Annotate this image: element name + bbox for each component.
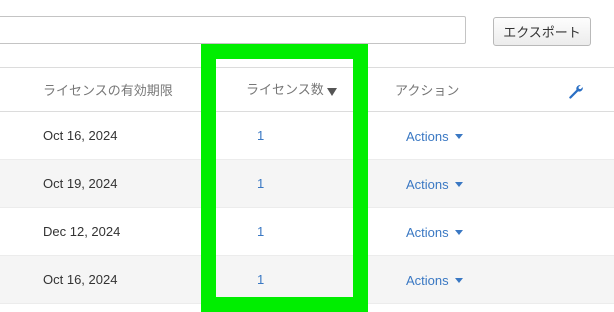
export-button[interactable]: エクスポート bbox=[493, 17, 591, 46]
expiry-date: Oct 16, 2024 bbox=[43, 128, 118, 143]
license-count-link[interactable]: 1 bbox=[257, 160, 264, 208]
table-header: ライセンスの有効期限 ライセンス数 アクション bbox=[0, 68, 614, 112]
license-count-link[interactable]: 1 bbox=[257, 112, 264, 160]
table-body: Oct 16, 2024 1 Actions Oct 19, 2024 1 Ac… bbox=[0, 112, 614, 304]
column-header-license-count-label: ライセンス数 bbox=[246, 82, 324, 98]
license-table-view: エクスポート ライセンスの有効期限 ライセンス数 アクション Oct 16, 2… bbox=[0, 0, 614, 312]
column-header-action: アクション bbox=[395, 84, 460, 99]
table-row: Dec 12, 2024 1 Actions bbox=[0, 208, 614, 256]
column-header-license-count[interactable]: ライセンス数 bbox=[246, 68, 337, 112]
caret-down-icon bbox=[454, 278, 463, 283]
wrench-icon[interactable] bbox=[567, 83, 583, 99]
actions-label: Actions bbox=[406, 176, 449, 192]
sort-desc-icon[interactable] bbox=[326, 87, 337, 96]
caret-down-icon bbox=[454, 134, 463, 139]
actions-label: Actions bbox=[406, 128, 449, 144]
expiry-date: Dec 12, 2024 bbox=[43, 224, 121, 239]
actions-dropdown[interactable]: Actions bbox=[406, 112, 463, 160]
expiry-date: Oct 19, 2024 bbox=[43, 176, 118, 191]
table-row: Oct 16, 2024 1 Actions bbox=[0, 112, 614, 160]
search-input[interactable] bbox=[0, 16, 466, 44]
actions-dropdown[interactable]: Actions bbox=[406, 160, 463, 208]
expiry-date: Oct 16, 2024 bbox=[43, 272, 118, 287]
caret-down-icon bbox=[454, 230, 463, 235]
table-row: Oct 19, 2024 1 Actions bbox=[0, 160, 614, 208]
table-row: Oct 16, 2024 1 Actions bbox=[0, 256, 614, 304]
actions-dropdown[interactable]: Actions bbox=[406, 208, 463, 256]
caret-down-icon bbox=[454, 182, 463, 187]
license-count-link[interactable]: 1 bbox=[257, 256, 264, 304]
actions-label: Actions bbox=[406, 272, 449, 288]
license-count-link[interactable]: 1 bbox=[257, 208, 264, 256]
actions-label: Actions bbox=[406, 224, 449, 240]
actions-dropdown[interactable]: Actions bbox=[406, 256, 463, 304]
column-header-expiry[interactable]: ライセンスの有効期限 bbox=[43, 68, 173, 112]
